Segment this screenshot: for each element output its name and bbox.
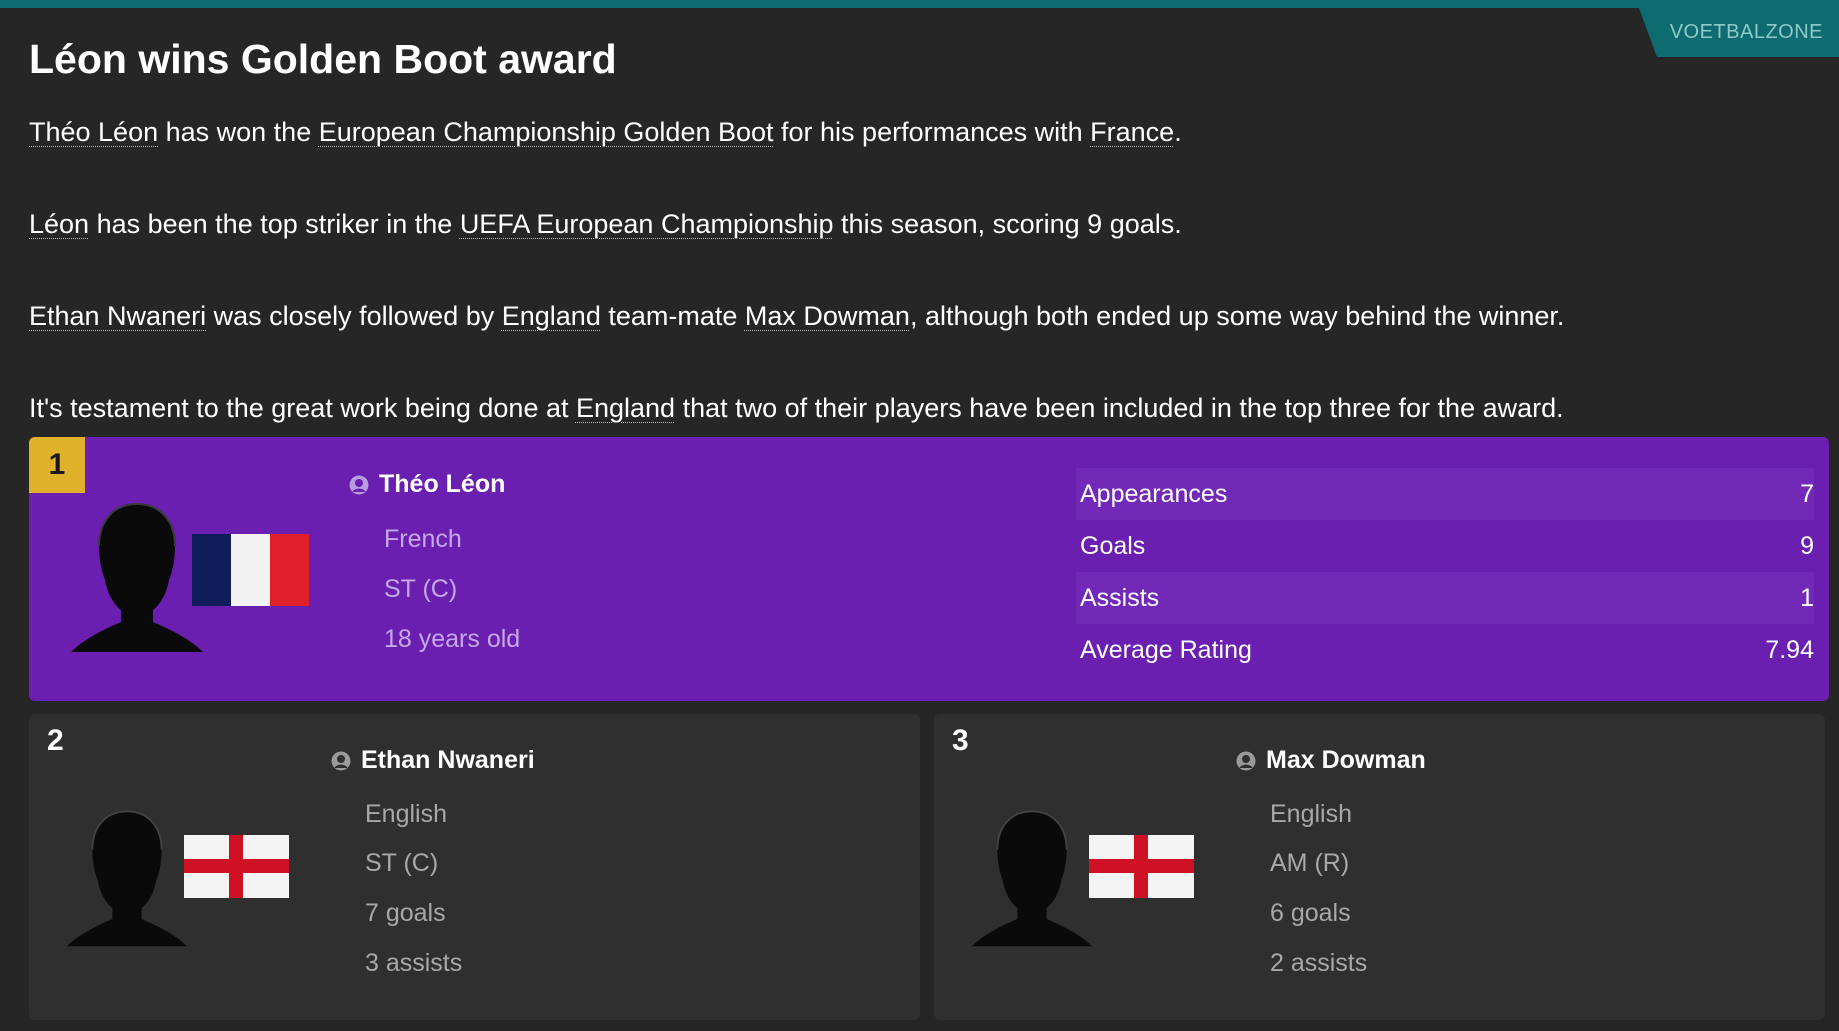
- text: was closely followed by: [206, 301, 502, 331]
- player-link[interactable]: Léon: [29, 209, 89, 239]
- player-position: ST (C): [365, 849, 439, 877]
- england-flag-icon: [1089, 835, 1194, 898]
- paragraph-4: It's testament to the great work being d…: [29, 393, 1564, 424]
- text: that two of their players have been incl…: [675, 393, 1564, 423]
- player-name[interactable]: Ethan Nwaneri: [361, 746, 535, 775]
- player-nationality: English: [1270, 800, 1352, 828]
- stat-label: Appearances: [1080, 479, 1228, 508]
- france-flag-icon: [192, 534, 309, 606]
- person-icon: [331, 751, 351, 770]
- stat-value: 9: [1800, 531, 1814, 560]
- competition-link[interactable]: UEFA European Championship: [460, 209, 834, 239]
- player-goals: 6 goals: [1270, 899, 1351, 927]
- winner-card: 1 Théo Léon French ST (C) 18 years old A…: [29, 437, 1829, 701]
- team-link[interactable]: England: [576, 393, 675, 423]
- stat-value: 1: [1800, 583, 1814, 612]
- england-flag-icon: [184, 835, 289, 898]
- stat-row: Goals 9: [1076, 520, 1814, 572]
- news-article-page: VOETBALZONE Léon wins Golden Boot award …: [0, 0, 1839, 1031]
- player-nationality: English: [365, 800, 447, 828]
- paragraph-2: Léon has been the top striker in the UEF…: [29, 209, 1182, 240]
- stats-table: Appearances 7 Goals 9 Assists 1 Average …: [1076, 468, 1814, 676]
- text: team-mate: [600, 301, 745, 331]
- team-link[interactable]: France: [1090, 117, 1174, 147]
- player-name[interactable]: Théo Léon: [379, 470, 505, 499]
- text: this season, scoring 9 goals.: [833, 209, 1182, 239]
- text: has been the top striker in the: [89, 209, 460, 239]
- rank-number: 2: [47, 724, 64, 757]
- source-tag: VOETBALZONE: [1639, 8, 1839, 57]
- stat-row: Average Rating 7.94: [1076, 624, 1814, 676]
- text: .: [1174, 117, 1182, 147]
- player-name[interactable]: Max Dowman: [1266, 746, 1426, 775]
- player-name-row[interactable]: Max Dowman: [1236, 746, 1426, 775]
- person-icon: [349, 475, 369, 494]
- person-icon: [1236, 751, 1256, 770]
- text: has won the: [158, 117, 319, 147]
- stat-value: 7.94: [1765, 635, 1814, 664]
- text: for his performances with: [773, 117, 1091, 147]
- player-silhouette-icon: [66, 810, 188, 947]
- paragraph-3: Ethan Nwaneri was closely followed by En…: [29, 301, 1564, 332]
- player-name-row[interactable]: Théo Léon: [349, 470, 505, 499]
- stat-row: Appearances 7: [1076, 468, 1814, 520]
- player-silhouette-icon: [971, 810, 1093, 947]
- player-age: 18 years old: [384, 625, 521, 653]
- player-position: ST (C): [384, 575, 458, 603]
- player-position: AM (R): [1270, 849, 1350, 877]
- stat-value: 7: [1800, 479, 1814, 508]
- player-silhouette-icon: [71, 502, 203, 652]
- player-link[interactable]: Ethan Nwaneri: [29, 301, 206, 331]
- headline: Léon wins Golden Boot award: [29, 36, 617, 82]
- team-link[interactable]: England: [502, 301, 601, 331]
- stat-label: Assists: [1080, 583, 1160, 612]
- stat-label: Goals: [1080, 531, 1146, 560]
- paragraph-1: Théo Léon has won the European Champions…: [29, 117, 1182, 148]
- stat-label: Average Rating: [1080, 635, 1252, 664]
- text: It's testament to the great work being d…: [29, 393, 576, 423]
- rank-number: 3: [952, 724, 969, 757]
- player-assists: 3 assists: [365, 949, 463, 977]
- player-link[interactable]: Théo Léon: [29, 117, 158, 147]
- text: , although both ended up some way behind…: [909, 301, 1565, 331]
- player-goals: 7 goals: [365, 899, 446, 927]
- player-assists: 2 assists: [1270, 949, 1368, 977]
- top-accent-bar: [0, 0, 1839, 8]
- rank-badge: 1: [29, 437, 85, 493]
- runner-up-card: 3 Max Dowman English AM (R) 6 goals 2 as…: [934, 714, 1825, 1020]
- player-link[interactable]: Max Dowman: [745, 301, 910, 331]
- player-nationality: French: [384, 525, 462, 553]
- award-link[interactable]: European Championship Golden Boot: [319, 117, 774, 147]
- player-name-row[interactable]: Ethan Nwaneri: [331, 746, 535, 775]
- stat-row: Assists 1: [1076, 572, 1814, 624]
- runner-up-card: 2 Ethan Nwaneri English ST (C) 7 goals 3…: [29, 714, 920, 1020]
